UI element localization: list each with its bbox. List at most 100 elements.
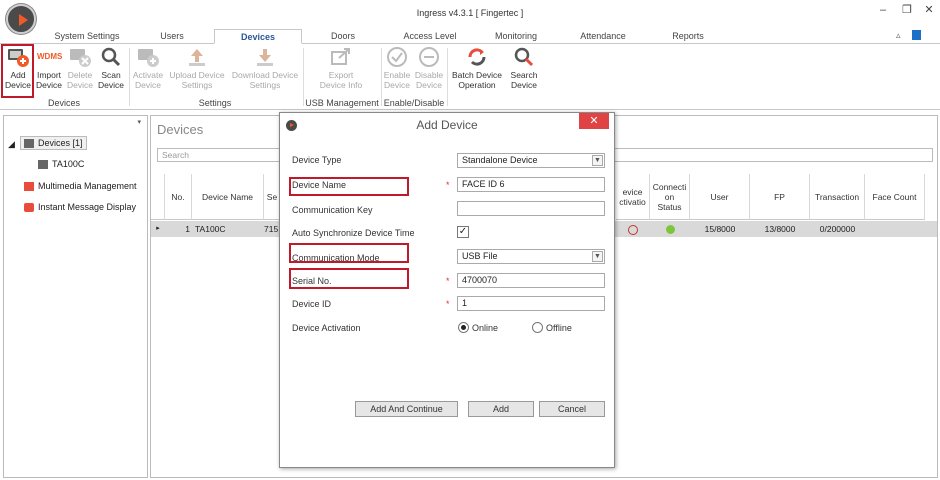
office-icon[interactable] <box>912 30 921 40</box>
column-header-device-activation[interactable]: evice ctivatio <box>616 174 650 220</box>
delete-device-button[interactable]: Delete Device <box>65 46 95 90</box>
required-marker: * <box>446 299 450 309</box>
column-header-serial[interactable]: Se <box>264 174 280 220</box>
column-header-user[interactable]: User <box>690 174 750 220</box>
group-label-enable-disable: Enable/Disable <box>383 98 445 108</box>
app-logo-icon[interactable] <box>6 4 36 34</box>
auto-sync-label: Auto Synchronize Device Time <box>292 228 415 238</box>
cell-no: 1 <box>185 224 190 234</box>
title-bar: Ingress v4.3.1 [ Fingertec ] – ❐ ✕ <box>0 0 940 34</box>
tree-expand-icon[interactable]: ◢ <box>8 139 15 150</box>
online-radio[interactable] <box>458 322 469 333</box>
column-header-device-name[interactable]: Device Name <box>192 174 264 220</box>
device-tree-panel: ▾ ◢ Devices [1] TA100C Multimedia Manage… <box>3 115 148 478</box>
tab-access-level[interactable]: Access Level <box>395 29 465 44</box>
device-type-label: Device Type <box>292 155 342 165</box>
scan-device-button[interactable]: Scan Device <box>96 46 126 90</box>
tab-devices[interactable]: Devices <box>214 29 302 44</box>
page-title: Devices <box>157 122 204 137</box>
minus-circle-icon <box>417 46 441 68</box>
cancel-button[interactable]: Cancel <box>539 401 605 417</box>
column-header-face-count[interactable]: Face Count <box>865 174 925 220</box>
activation-icon <box>616 221 650 237</box>
chevron-down-icon: ▼ <box>592 251 603 262</box>
required-marker: * <box>446 180 450 190</box>
window-title: Ingress v4.3.1 [ Fingertec ] <box>416 8 524 18</box>
offline-label: Offline <box>546 323 572 333</box>
device-id-input[interactable]: 1 <box>457 296 605 311</box>
auto-sync-checkbox[interactable]: ✓ <box>457 226 469 238</box>
export-icon <box>329 46 353 68</box>
add-and-continue-button[interactable]: Add And Continue <box>355 401 458 417</box>
batch-device-operation-button[interactable]: Batch Device Operation <box>450 46 504 90</box>
wdms-logo-icon: WDMS <box>37 52 63 61</box>
chevron-down-icon: ▼ <box>592 155 603 166</box>
maximize-button[interactable]: ❐ <box>896 3 918 17</box>
import-device-button[interactable]: WDMS Import Device <box>34 46 64 90</box>
export-device-info-button[interactable]: Export Device Info <box>312 46 370 90</box>
highlight-device-name <box>289 177 409 196</box>
disable-device-button[interactable]: Disable Device <box>414 46 444 90</box>
required-marker: * <box>446 276 450 286</box>
download-device-settings-button[interactable]: Download Device Settings <box>229 46 301 90</box>
dialog-title: Add Device <box>416 118 478 132</box>
cell-transaction: 0/200000 <box>819 224 856 234</box>
column-header-connection-status[interactable]: Connecti on Status <box>650 174 690 220</box>
tree-item-devices[interactable]: Devices [1] <box>20 136 87 151</box>
search-device-icon <box>512 46 536 68</box>
column-header-transaction[interactable]: Transaction <box>810 174 865 220</box>
tab-monitoring[interactable]: Monitoring <box>484 29 548 44</box>
column-header-no[interactable]: No. <box>165 174 192 220</box>
tree-item-instant-message[interactable]: Instant Message Display <box>24 202 136 213</box>
row-indicator-header <box>151 174 165 220</box>
help-icon[interactable]: ▵ <box>896 30 901 41</box>
highlight-add-device <box>1 44 34 98</box>
tab-doors[interactable]: Doors <box>320 29 366 44</box>
online-label: Online <box>472 323 499 333</box>
tab-reports[interactable]: Reports <box>664 29 712 44</box>
tree-item-ta100c[interactable]: TA100C <box>38 159 84 170</box>
device-activation-label: Device Activation <box>292 323 361 333</box>
communication-mode-select[interactable]: USB File ▼ <box>457 249 605 264</box>
download-icon <box>253 46 277 68</box>
dialog-close-button[interactable]: ✕ <box>579 113 609 129</box>
activate-device-button[interactable]: Activate Device <box>131 46 165 90</box>
device-name-input[interactable]: FACE ID 6 <box>457 177 605 192</box>
group-separator <box>129 48 130 106</box>
tab-users[interactable]: Users <box>150 29 194 44</box>
offline-radio[interactable] <box>532 322 543 333</box>
device-icon <box>24 139 34 149</box>
cell-device-name: TA100C <box>195 224 226 234</box>
activate-device-icon <box>136 46 160 68</box>
magnifier-icon <box>99 46 123 68</box>
message-icon <box>24 203 34 213</box>
column-header-fp[interactable]: FP <box>750 174 810 220</box>
group-label-usb-management: USB Management <box>305 98 379 108</box>
pin-icon[interactable]: ▾ <box>137 118 141 126</box>
batch-sync-icon <box>465 46 489 68</box>
enable-device-button[interactable]: Enable Device <box>382 46 412 90</box>
group-separator <box>447 48 448 106</box>
highlight-communication-mode <box>289 243 409 263</box>
add-button[interactable]: Add <box>468 401 534 417</box>
add-device-dialog: Add Device ✕ Device Type Standalone Devi… <box>279 112 615 468</box>
minimize-button[interactable]: – <box>872 3 894 17</box>
connection-status-indicator <box>650 221 690 237</box>
serial-no-input[interactable]: 4700070 <box>457 273 605 288</box>
communication-key-label: Communication Key <box>292 205 373 215</box>
check-circle-icon <box>385 46 409 68</box>
upload-device-settings-button[interactable]: Upload Device Settings <box>166 46 228 90</box>
row-selector-icon: ▸ <box>156 225 160 232</box>
close-button[interactable]: ✕ <box>918 3 940 17</box>
tab-attendance[interactable]: Attendance <box>572 29 634 44</box>
upload-icon <box>185 46 209 68</box>
device-type-select[interactable]: Standalone Device ▼ <box>457 153 605 168</box>
search-device-button[interactable]: Search Device <box>508 46 540 90</box>
tab-system-settings[interactable]: System Settings <box>52 29 122 44</box>
highlight-serial-no <box>289 268 409 289</box>
tab-bar: System Settings Users Devices Doors Acce… <box>0 29 940 44</box>
device-icon <box>38 160 48 170</box>
group-label-devices: Devices <box>47 98 80 108</box>
communication-key-input[interactable] <box>457 201 605 216</box>
tree-item-multimedia[interactable]: Multimedia Management <box>24 181 137 192</box>
